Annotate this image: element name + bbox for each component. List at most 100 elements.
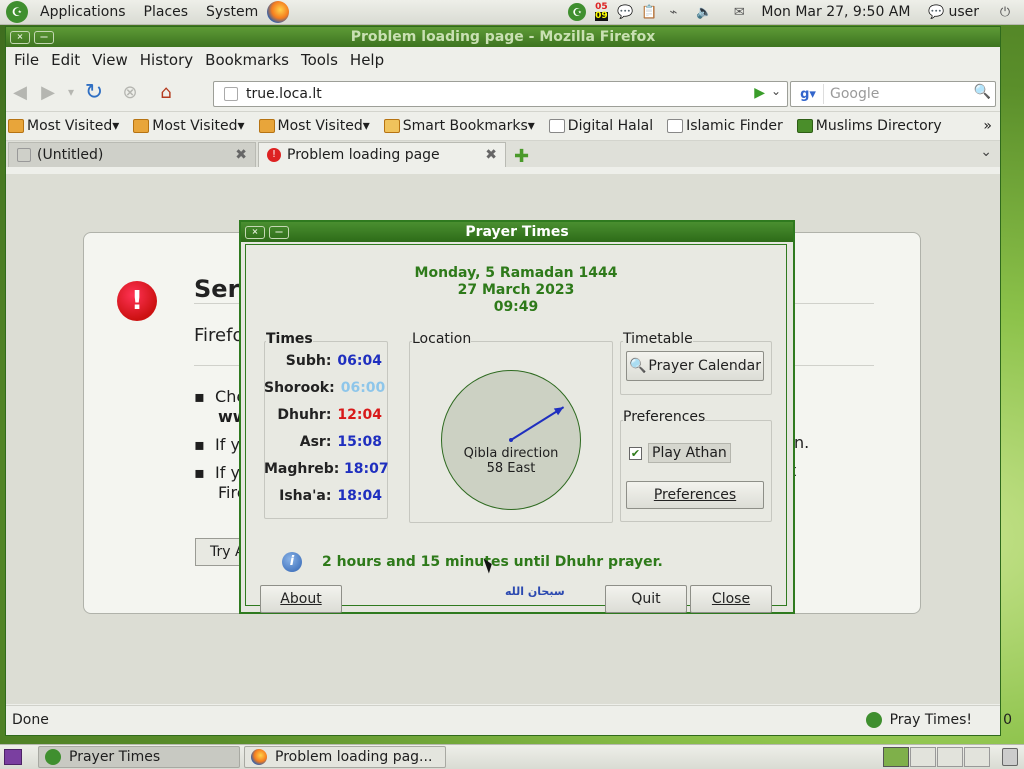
task-firefox[interactable]: Problem loading pag... (244, 746, 446, 768)
menu-view[interactable]: View (86, 51, 134, 69)
prayer-name: Shorook: (264, 380, 335, 396)
close-button[interactable]: Close (690, 585, 772, 613)
bookmark-digital-halal[interactable]: Digital Halal (547, 118, 653, 134)
page-icon (17, 148, 31, 162)
menu-history[interactable]: History (134, 51, 199, 69)
google-engine-icon[interactable]: g▾ (793, 84, 824, 104)
workspace-3[interactable] (937, 747, 963, 767)
prayer-time-row: Shorook: 06:00 (264, 380, 385, 396)
tab-problem-loading[interactable]: ! Problem loading page ✖ (258, 142, 506, 167)
trash-icon[interactable] (1002, 748, 1018, 766)
bookmark-most-visited-1[interactable]: Most Visited ▾ (6, 118, 119, 134)
stop-icon[interactable]: ⊗ (116, 78, 144, 106)
bookmark-label: Muslims Directory (815, 118, 942, 134)
url-dropdown-icon[interactable]: ⌄ (771, 84, 781, 98)
close-tab-icon[interactable]: ✖ (485, 147, 497, 163)
current-time: 09:49 (493, 299, 539, 315)
bookmark-label: Islamic Finder (686, 118, 783, 134)
reload-icon[interactable]: ↻ (80, 78, 108, 106)
chat-icon[interactable]: 💬 (616, 3, 634, 21)
close-window-button[interactable]: × (10, 31, 30, 44)
prayer-calendar-button[interactable]: 🔍 Prayer Calendar (626, 351, 764, 381)
pray-times-status[interactable]: Pray Times! (890, 712, 972, 728)
close-tab-icon[interactable]: ✖ (235, 147, 247, 163)
go-arrow-icon[interactable]: ▶ (754, 85, 765, 101)
bookmark-muslims-directory[interactable]: Muslims Directory (795, 118, 942, 134)
bookmarks-toolbar: Most Visited ▾ Most Visited ▾ Most Visited… (6, 112, 1000, 141)
bookmark-label: Most Visited (152, 118, 238, 134)
pray-times-status-icon[interactable] (865, 712, 882, 728)
bookmark-smart-bookmarks[interactable]: Smart Bookmarks ▾ (382, 118, 535, 134)
task-prayer-times[interactable]: Prayer Times (38, 746, 240, 768)
menu-bookmarks[interactable]: Bookmarks (199, 51, 295, 69)
dialog-titlebar[interactable]: × — Prayer Times (241, 222, 793, 242)
tab-untitled[interactable]: (Untitled) ✖ (8, 142, 256, 167)
home-icon[interactable]: ⌂ (152, 78, 180, 106)
preferences-button[interactable]: Preferences (626, 481, 764, 509)
user-chat-icon[interactable]: 💬 (927, 3, 945, 21)
mail-icon[interactable]: ✉ (730, 3, 748, 21)
play-athan-label[interactable]: Play Athan (648, 443, 731, 463)
prayer-name: Asr: (299, 434, 332, 450)
user-menu[interactable]: user (948, 4, 979, 20)
prayer-times-tray-icon[interactable]: ☪ (568, 3, 587, 21)
suggestion-2-end: n. (794, 433, 810, 452)
places-menu[interactable]: Places (135, 4, 198, 20)
dialog-title: Prayer Times (465, 224, 569, 240)
workspace-1[interactable] (883, 747, 909, 767)
search-icon[interactable]: 🔍 (974, 84, 991, 100)
quit-button[interactable]: Quit (605, 585, 687, 613)
play-athan-checkbox[interactable]: ✔ Play Athan (629, 443, 731, 463)
firefox-task-icon (251, 749, 267, 765)
prayer-time-row: Dhuhr: 12:04 (264, 407, 382, 423)
calendar-badge-icon[interactable]: 05 09 (592, 3, 610, 21)
menu-tools[interactable]: Tools (295, 51, 344, 69)
volume-icon[interactable]: 🔈 (695, 3, 713, 21)
dialog-minimize-window-button[interactable]: — (269, 226, 289, 239)
firefox-launcher-icon[interactable] (267, 1, 290, 23)
url-bar[interactable]: true.loca.lt ▶ ⌄ (213, 81, 788, 107)
new-tab-icon[interactable]: ✚ (514, 146, 529, 167)
network-icon[interactable]: ⌁ (664, 3, 682, 21)
status-right: Pray Times! (865, 712, 972, 728)
bookmark-islamic-finder[interactable]: Islamic Finder (665, 118, 783, 134)
clipboard-icon[interactable]: 📋 (640, 3, 658, 21)
applications-menu[interactable]: Applications (31, 4, 135, 20)
menu-help[interactable]: Help (344, 51, 390, 69)
prayer-times-dialog: × — Prayer Times Monday, 5 Ramadan 1444 … (239, 220, 795, 614)
history-dropdown-icon[interactable]: ▾ (62, 78, 80, 106)
digital-halal-icon (548, 119, 565, 133)
bookmark-most-visited-2[interactable]: Most Visited ▾ (131, 118, 245, 134)
window-titlebar[interactable]: × — Problem loading page - Mozilla Firef… (6, 27, 1000, 47)
bookmarks-overflow-icon[interactable]: » (983, 118, 992, 134)
bookmark-label: Most Visited (277, 118, 363, 134)
menu-edit[interactable]: Edit (45, 51, 86, 69)
minimize-window-button[interactable]: — (34, 31, 54, 44)
system-menu[interactable]: System (197, 4, 267, 20)
folder-icon (258, 119, 275, 133)
back-arrow-icon[interactable]: ◀ (6, 78, 34, 106)
power-icon[interactable]: ⏻ (996, 3, 1014, 21)
tab-label: (Untitled) (37, 147, 104, 163)
search-input[interactable]: Google (830, 86, 879, 102)
url-text[interactable]: true.loca.lt (246, 86, 322, 102)
bookmark-most-visited-3[interactable]: Most Visited ▾ (257, 118, 370, 134)
prayer-name: Maghreb: (264, 461, 340, 477)
tab-list-chevron-icon[interactable]: ⌄ (980, 144, 992, 160)
folder-icon (8, 119, 24, 133)
prayer-name: Subh: (285, 353, 332, 369)
gnome-menu-icon[interactable]: ☪ (6, 1, 28, 23)
workspace-4[interactable] (964, 747, 990, 767)
status-edge-text: 0 (1003, 712, 1012, 728)
menu-file[interactable]: File (8, 51, 45, 69)
workspace-switcher[interactable] (883, 747, 990, 767)
about-button[interactable]: About (260, 585, 342, 613)
clock[interactable]: Mon Mar 27, 9:50 AM (761, 4, 910, 20)
forward-arrow-icon[interactable]: ▶ (34, 78, 62, 106)
menubar: File Edit View History Bookmarks Tools H… (6, 47, 1000, 73)
dialog-close-window-button[interactable]: × (245, 226, 265, 239)
search-bar[interactable]: g▾ Google 🔍 (790, 81, 996, 107)
workspace-2[interactable] (910, 747, 936, 767)
checkmark-icon[interactable]: ✔ (629, 446, 642, 460)
show-desktop-icon[interactable] (4, 749, 22, 765)
